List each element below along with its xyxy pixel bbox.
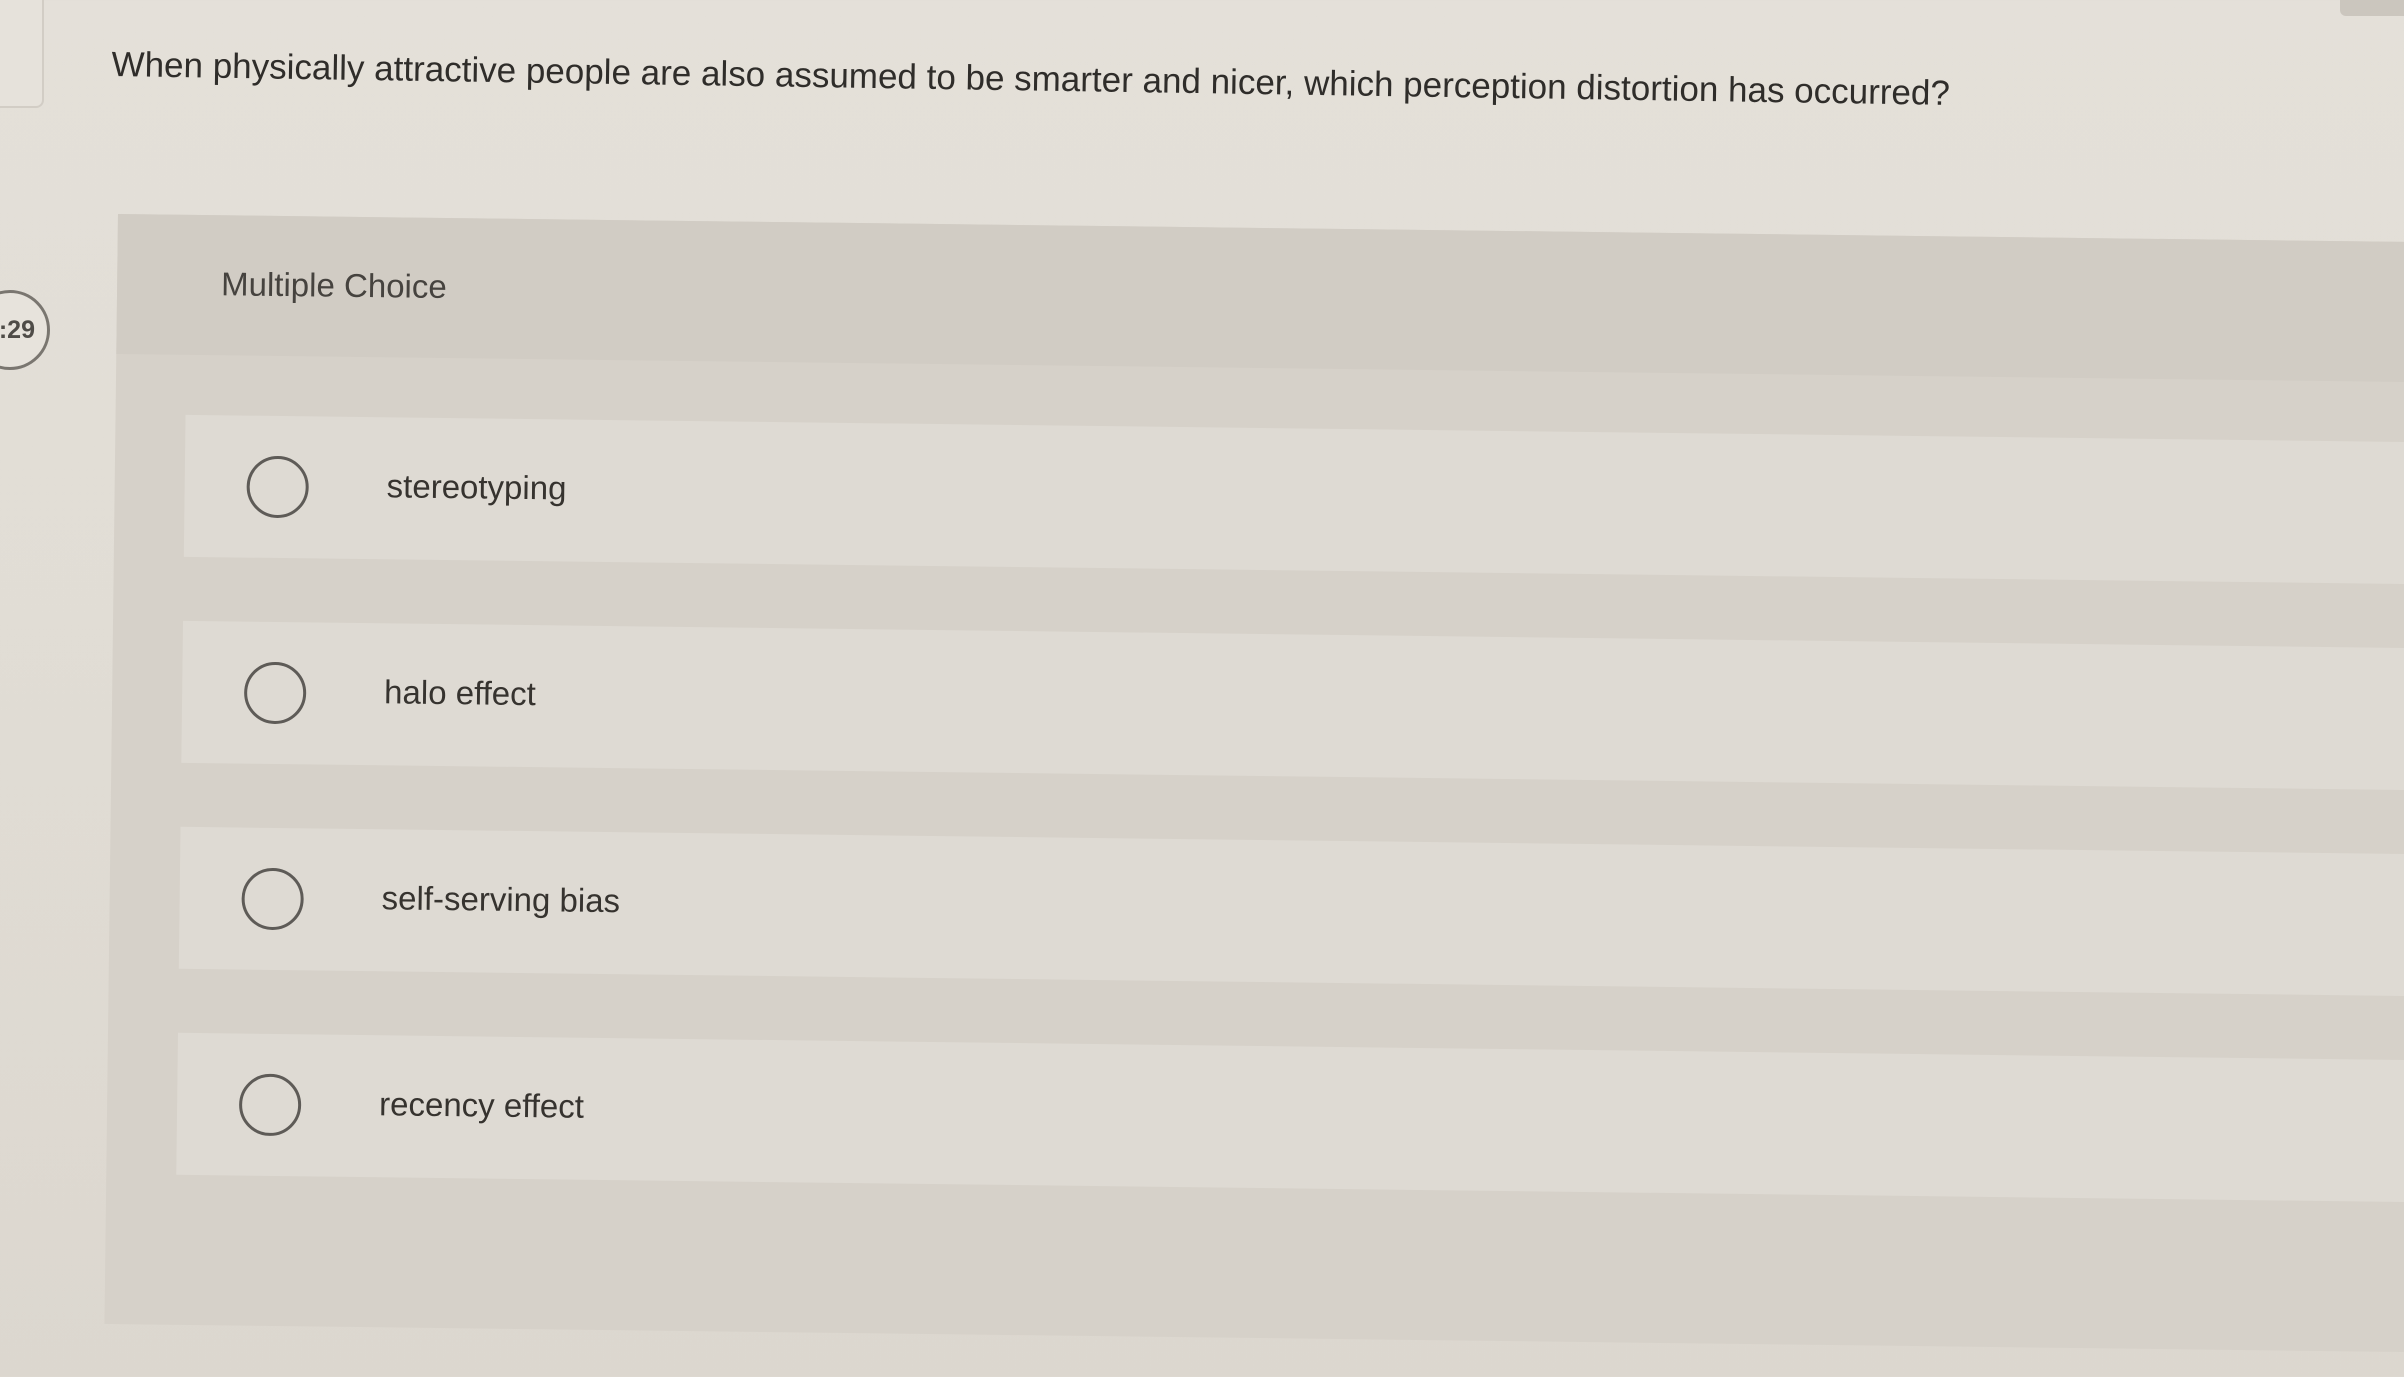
answer-option-label: stereotyping [386, 467, 567, 507]
answer-options: stereotyping halo effect self-serving bi… [175, 414, 2404, 1267]
top-right-bar [2340, 0, 2404, 16]
answer-option-recency-effect[interactable]: recency effect [176, 1032, 2404, 1203]
answer-option-self-serving-bias[interactable]: self-serving bias [178, 826, 2404, 997]
timer-badge: :29 [0, 290, 50, 370]
answer-option-label: recency effect [378, 1085, 585, 1125]
radio-button[interactable] [238, 1073, 302, 1137]
answer-option-label: self-serving bias [381, 879, 621, 920]
answer-option-halo-effect[interactable]: halo effect [181, 620, 2404, 791]
radio-button[interactable] [241, 867, 305, 931]
multiple-choice-panel: Multiple Choice stereotyping halo effect… [104, 214, 2404, 1353]
radio-button[interactable] [246, 455, 310, 519]
answer-option-label: halo effect [383, 673, 537, 713]
timer-label: :29 [0, 315, 35, 344]
panel-header: Multiple Choice [116, 214, 2404, 383]
top-left-tab[interactable] [0, 0, 44, 108]
question-text: When physically attractive people are al… [111, 44, 1951, 113]
panel-title: Multiple Choice [220, 265, 447, 306]
radio-button[interactable] [243, 661, 307, 725]
answer-option-stereotyping[interactable]: stereotyping [183, 414, 2404, 585]
